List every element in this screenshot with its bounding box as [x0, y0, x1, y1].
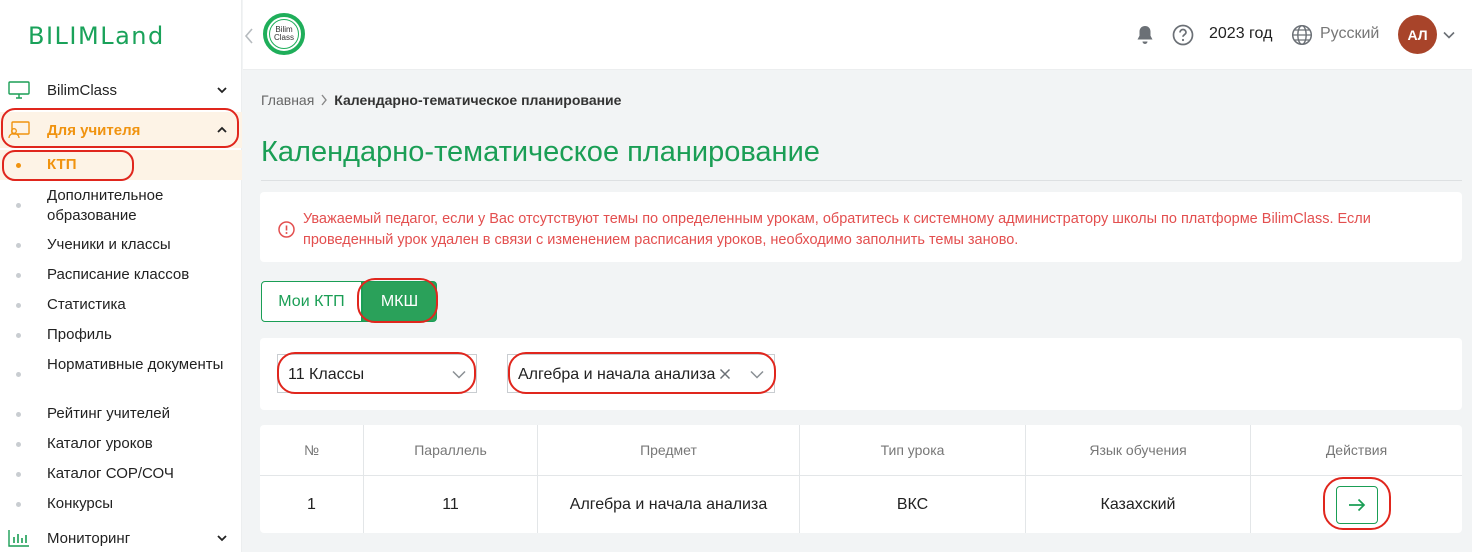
cell-subject: Алгебра и начала анализа [538, 476, 800, 533]
column-header: Тип урока [800, 425, 1026, 475]
sidebar-item-profile[interactable]: Профиль [0, 325, 242, 345]
open-button[interactable] [1335, 485, 1378, 524]
divider [261, 180, 1462, 181]
bilimland-logo[interactable]: BILIMLand [28, 22, 165, 50]
sidebar-item-ktp[interactable]: КТП [0, 150, 242, 180]
chevron-down-icon [217, 87, 227, 94]
academic-year[interactable]: 2023 год [1209, 25, 1272, 43]
sidebar-item-label: Расписание классов [47, 266, 190, 283]
sidebar-item-label: Каталог СОР/СОЧ [47, 465, 174, 482]
tab-mksh[interactable]: МКШ [362, 281, 437, 322]
arrow-right-icon [1348, 498, 1365, 511]
column-header: Параллель [364, 425, 538, 475]
column-header: Язык обучения [1026, 425, 1251, 475]
bar-chart-icon [8, 530, 29, 547]
collapse-sidebar-icon[interactable] [243, 26, 255, 46]
monitor-icon [8, 81, 30, 99]
sidebar-item-sor-soch-catalog[interactable]: Каталог СОР/СОЧ [0, 464, 242, 484]
subject-select-value: Алгебра и начала анализа [518, 366, 716, 383]
sidebar: BILIMLand BilimClass Для учителя КТП Доп… [0, 0, 242, 552]
sidebar-item-label: Ученики и классы [47, 236, 171, 253]
breadcrumb-home[interactable]: Главная [261, 92, 314, 108]
tab-my-ktp[interactable]: Мои КТП [261, 281, 362, 322]
bilimclass-logo[interactable]: Bilim Class [262, 12, 306, 56]
warning-alert: Уважаемый педагог, если у Вас отсутствую… [260, 192, 1462, 262]
table-row: 1 11 Алгебра и начала анализа ВКС Казахс… [260, 475, 1462, 533]
sidebar-section-label: BilimClass [47, 81, 118, 99]
top-header: Bilim Class 2023 год Русский АЛ [243, 0, 1472, 70]
bell-icon[interactable] [1136, 25, 1154, 45]
alert-text: Уважаемый педагог, если у Вас отсутствую… [303, 211, 1371, 248]
sidebar-item-schedule[interactable]: Расписание классов [0, 265, 242, 285]
cell-lesson-type: ВКС [800, 476, 1026, 533]
sidebar-item-additional-education[interactable]: Дополнительное образование [0, 186, 242, 226]
bullet-icon [16, 412, 21, 417]
chevron-right-icon [321, 94, 328, 106]
bullet-icon [16, 472, 21, 477]
bullet-icon [16, 372, 21, 377]
clear-icon[interactable] [719, 368, 731, 380]
sidebar-item-statistics[interactable]: Статистика [0, 295, 242, 315]
language-selector[interactable]: Русский [1320, 25, 1379, 43]
sidebar-section-label: Мониторинг [47, 529, 131, 547]
subject-select[interactable]: Алгебра и начала анализа [507, 354, 775, 393]
cell-number: 1 [260, 476, 364, 533]
cell-actions [1251, 476, 1462, 533]
help-icon[interactable] [1172, 24, 1194, 46]
column-header: № [260, 425, 364, 475]
globe-icon[interactable] [1291, 24, 1313, 46]
chevron-down-icon [750, 370, 764, 379]
bullet-icon [16, 273, 21, 278]
bullet-icon [16, 243, 21, 248]
cell-parallel: 11 [364, 476, 538, 533]
chevron-down-icon [217, 535, 227, 542]
sidebar-item-students[interactable]: Ученики и классы [0, 235, 242, 255]
chevron-down-icon [452, 370, 466, 379]
bullet-icon [16, 442, 21, 447]
sidebar-section-teacher[interactable]: Для учителя [0, 112, 242, 148]
bullet-icon [16, 502, 21, 507]
sidebar-item-contests[interactable]: Конкурсы [0, 494, 242, 514]
ktp-source-toggle: Мои КТП МКШ [261, 281, 437, 322]
breadcrumb-current: Календарно-тематическое планирование [334, 92, 622, 108]
svg-text:Class: Class [274, 33, 294, 42]
filters-panel: 11 Классы Алгебра и начала анализа [260, 338, 1462, 410]
sidebar-section-label: Для учителя [47, 121, 141, 139]
avatar[interactable]: АЛ [1398, 15, 1437, 54]
sidebar-item-label: КТП [47, 156, 77, 173]
table-header-row: № Параллель Предмет Тип урока Язык обуче… [260, 425, 1462, 475]
sidebar-item-label: Рейтинг учителей [47, 405, 170, 422]
sidebar-item-teacher-rating[interactable]: Рейтинг учителей [0, 404, 242, 424]
sidebar-section-monitoring[interactable]: Мониторинг [0, 520, 242, 552]
bullet-icon [16, 303, 21, 308]
sidebar-item-label: Дополнительное образование [47, 187, 164, 224]
sidebar-item-documents[interactable]: Нормативные документы [0, 355, 242, 395]
chevron-up-icon [217, 126, 227, 133]
breadcrumb: Главная Календарно-тематическое планиров… [261, 92, 621, 108]
chevron-down-icon[interactable] [1443, 30, 1455, 40]
bullet-icon [16, 333, 21, 338]
sidebar-item-label: Конкурсы [47, 495, 114, 512]
sidebar-item-label: Профиль [47, 326, 112, 343]
sidebar-item-label: Каталог уроков [47, 435, 153, 452]
sidebar-item-lesson-catalog[interactable]: Каталог уроков [0, 434, 242, 454]
column-header: Действия [1325, 442, 1388, 458]
sidebar-item-label: Нормативные документы [47, 356, 224, 373]
ktp-table: № Параллель Предмет Тип урока Язык обуче… [260, 425, 1462, 533]
page-title: Календарно-тематическое планирование [261, 136, 820, 168]
cell-language: Казахский [1026, 476, 1251, 533]
info-circle-icon [278, 221, 295, 238]
grade-select-value: 11 Классы [288, 366, 365, 383]
sidebar-section-bilimclass[interactable]: BilimClass [0, 72, 242, 108]
bullet-icon [16, 163, 21, 168]
teacher-board-icon [8, 121, 30, 139]
grade-select[interactable]: 11 Классы [277, 354, 477, 393]
bullet-icon [16, 203, 21, 208]
sidebar-item-label: Статистика [47, 296, 126, 313]
column-header: Предмет [538, 425, 800, 475]
